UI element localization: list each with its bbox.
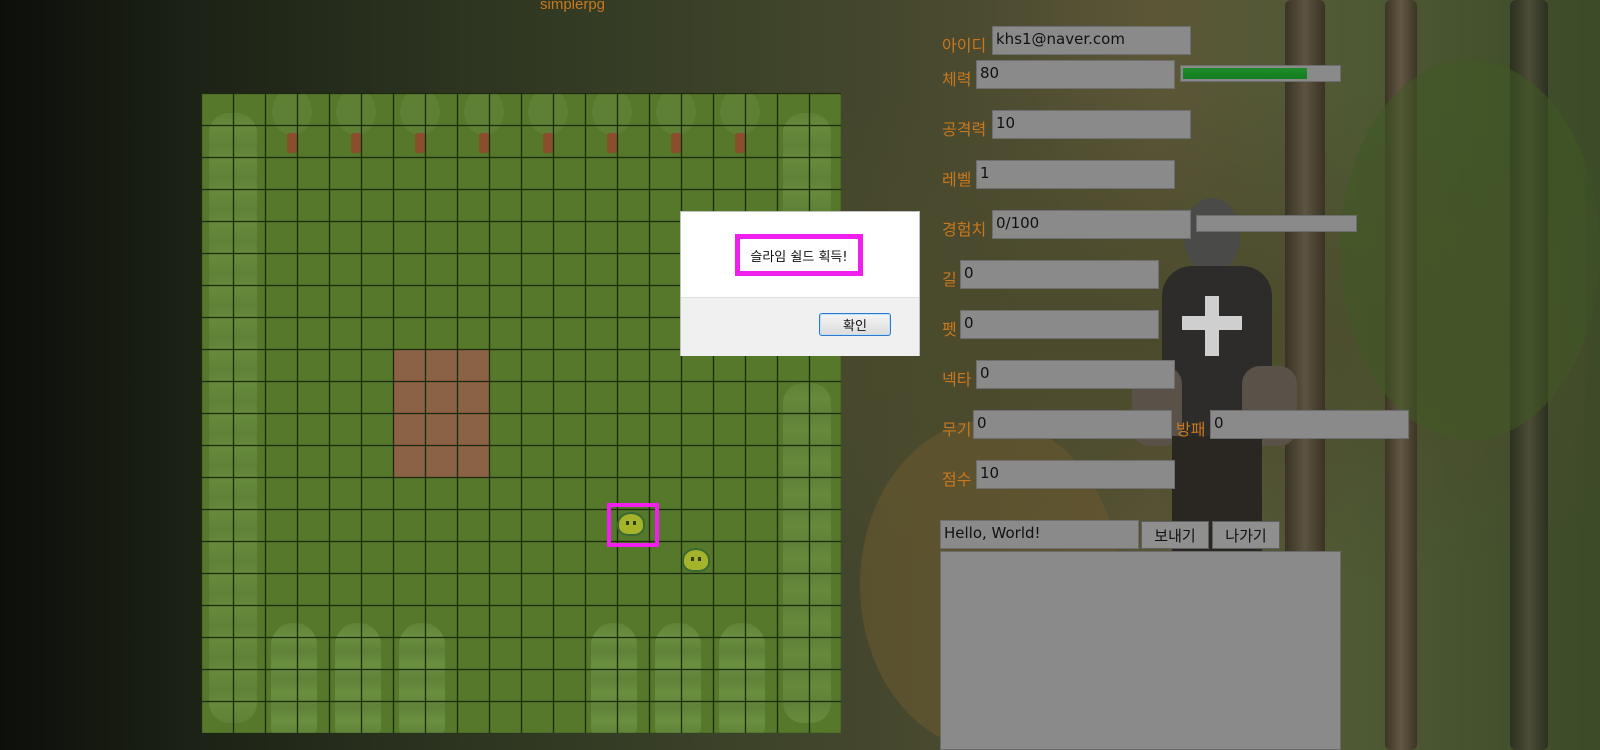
score-label: 점수 — [942, 470, 972, 489]
background-foliage — [1340, 60, 1600, 440]
attack-label: 공격력 — [942, 120, 987, 139]
dialog-footer: 확인 — [681, 297, 919, 356]
ok-button[interactable]: 확인 — [819, 313, 891, 336]
armor-label: 방패 — [1176, 420, 1206, 439]
pet-label: 펫 — [942, 320, 957, 339]
board-grid — [201, 93, 841, 733]
game-board[interactable] — [201, 93, 841, 733]
exp-field[interactable]: 0/100 — [992, 210, 1191, 239]
gold-label: 길 — [942, 270, 957, 289]
exit-button[interactable]: 나가기 — [1212, 521, 1280, 549]
hp-bar — [1180, 65, 1341, 82]
score-field[interactable]: 10 — [976, 460, 1175, 489]
page-scrollbar[interactable] — [1586, 0, 1600, 750]
weapon-label: 무기 — [942, 420, 972, 439]
hp-label: 체력 — [942, 70, 972, 89]
chat-input[interactable]: Hello, World! — [940, 520, 1139, 549]
hp-field[interactable]: 80 — [976, 60, 1175, 89]
attack-field[interactable]: 10 — [992, 110, 1191, 139]
exp-bar — [1196, 215, 1357, 232]
nectar-label: 넥타 — [942, 370, 972, 389]
alert-dialog: 슬라임 쉴드 획득! 확인 — [681, 212, 919, 356]
id-label: 아이디 — [942, 36, 987, 55]
armor-field[interactable]: 0 — [1210, 410, 1409, 439]
hp-bar-fill — [1183, 68, 1307, 79]
gold-field[interactable]: 0 — [960, 260, 1159, 289]
exp-label: 경험치 — [942, 220, 987, 239]
level-field[interactable]: 1 — [976, 160, 1175, 189]
nectar-field[interactable]: 0 — [976, 360, 1175, 389]
send-button[interactable]: 보내기 — [1141, 521, 1209, 549]
slime-sprite[interactable] — [617, 510, 645, 536]
id-field[interactable]: khs1@naver.com — [992, 26, 1191, 55]
weapon-field[interactable]: 0 — [973, 410, 1172, 439]
slime-sprite[interactable] — [682, 546, 710, 572]
dialog-message: 슬라임 쉴드 획득! — [735, 234, 863, 276]
pet-field[interactable]: 0 — [960, 310, 1159, 339]
level-label: 레벨 — [942, 170, 972, 189]
chat-log[interactable] — [940, 551, 1341, 750]
page-title: simplerpg — [540, 0, 606, 13]
